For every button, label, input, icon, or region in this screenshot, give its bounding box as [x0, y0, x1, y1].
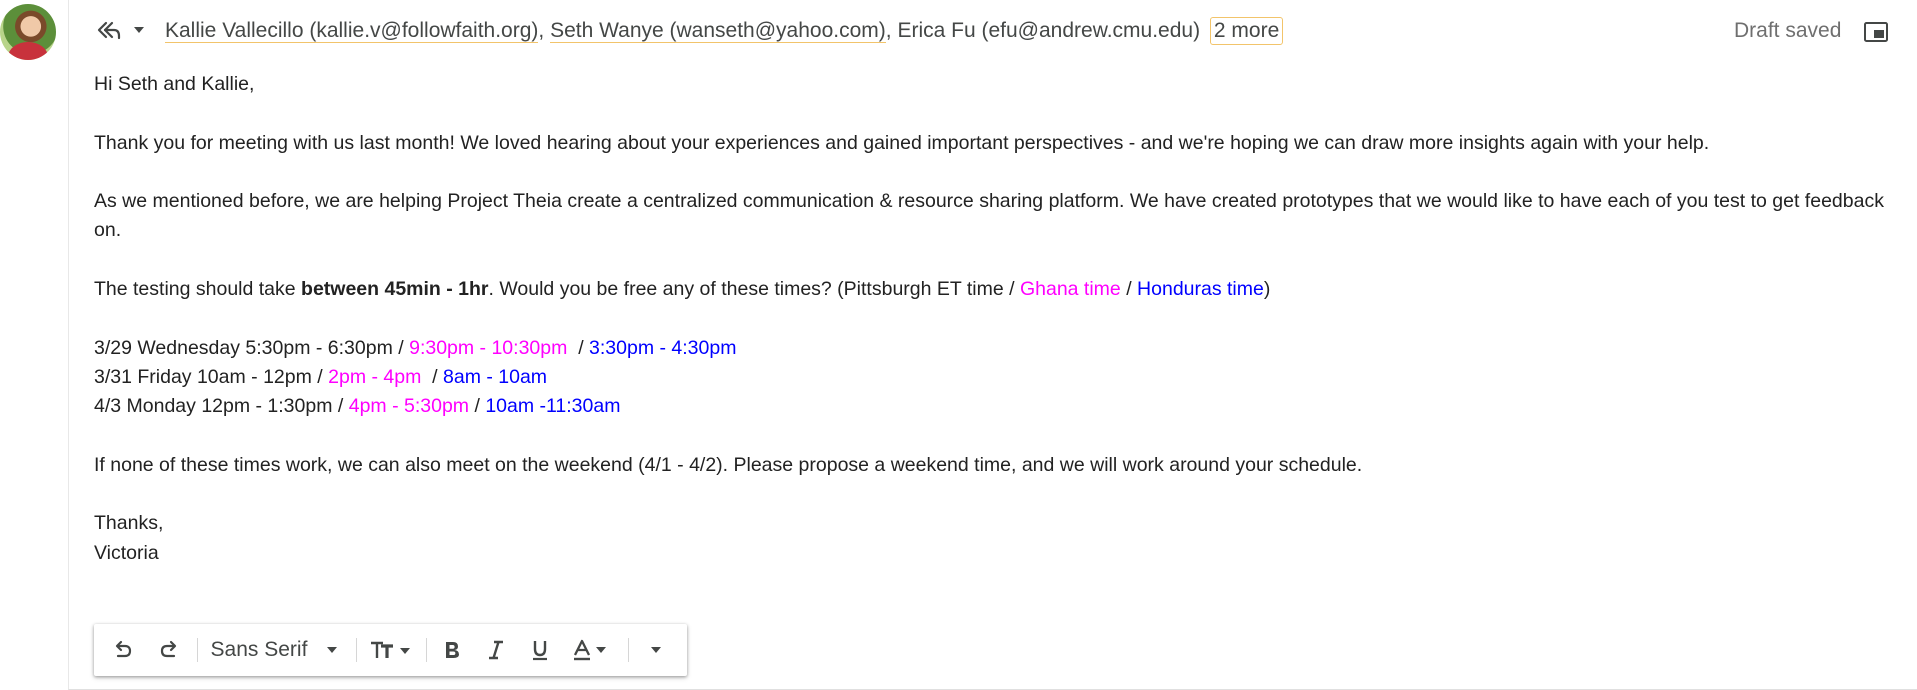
- font-family-dropdown[interactable]: Sans Serif: [206, 624, 348, 676]
- recipient-separator: ,: [885, 19, 898, 42]
- ghana-time: 9:30pm - 10:30pm: [409, 336, 568, 359]
- ghana-time: 4pm - 5:30pm: [348, 395, 470, 418]
- bold-icon[interactable]: [434, 624, 470, 676]
- signature: Victoria: [94, 541, 159, 564]
- avatar: [0, 4, 56, 60]
- message-body[interactable]: Hi Seth and Kallie, Thank you for meetin…: [94, 70, 1897, 568]
- honduras-time: 10am -11:30am: [485, 395, 621, 418]
- chevron-down-icon[interactable]: [131, 22, 147, 38]
- draft-status: Draft saved: [1734, 19, 1842, 42]
- toolbar-divider: [628, 638, 629, 662]
- ghana-label: Ghana time: [1019, 278, 1121, 301]
- closing: Thanks,: [94, 512, 164, 535]
- underline-icon[interactable]: [522, 624, 558, 676]
- redo-icon[interactable]: [152, 624, 188, 676]
- paragraph-testing: The testing should take between 45min - …: [94, 275, 1897, 304]
- text: . Would you be free any of these times? …: [488, 278, 1020, 301]
- honduras-time: 3:30pm - 4:30pm: [589, 336, 737, 359]
- chevron-down-icon: [327, 647, 338, 653]
- recipients-line: Kallie Vallecillo (kallie.v@followfaith.…: [165, 16, 1284, 46]
- avatar-figure: [8, 42, 48, 60]
- toolbar-divider: [197, 638, 198, 662]
- text-color-button[interactable]: [566, 624, 620, 676]
- slot-separator: /: [392, 336, 410, 359]
- time-slot-row: 3/29 Wednesday 5:30pm - 6:30pm / 9:30pm …: [94, 334, 1897, 363]
- paragraph-project: As we mentioned before, we are helping P…: [94, 190, 1884, 242]
- slot-separator: /: [332, 395, 349, 418]
- text: The testing should take: [94, 278, 302, 301]
- slot-separator: /: [567, 336, 590, 359]
- more-recipients-button[interactable]: 2 more: [1209, 17, 1284, 45]
- more-formatting-icon[interactable]: [636, 624, 676, 676]
- undo-icon[interactable]: [104, 624, 140, 676]
- time-slots: 3/29 Wednesday 5:30pm - 6:30pm / 9:30pm …: [94, 334, 1897, 422]
- ghana-time: 2pm - 4pm: [328, 365, 422, 388]
- recipient-separator: ,: [538, 19, 551, 42]
- recipient-chip[interactable]: Kallie Vallecillo (kallie.v@followfaith.…: [165, 19, 539, 43]
- compose-header: Kallie Vallecillo (kallie.v@followfaith.…: [69, 0, 1917, 62]
- time-slot-row: 3/31 Friday 10am - 12pm / 2pm - 4pm / 8a…: [94, 363, 1897, 392]
- text-size-button[interactable]: [364, 624, 418, 676]
- text: /: [1120, 278, 1138, 301]
- pop-out-icon[interactable]: [1863, 21, 1889, 43]
- toolbar-divider: [426, 638, 427, 662]
- slot-separator: /: [311, 365, 329, 388]
- font-family-label: Sans Serif: [210, 638, 308, 661]
- bold-duration: between 45min - 1hr: [301, 278, 489, 301]
- et-time: 4/3 Monday 12pm - 1:30pm: [94, 395, 333, 418]
- recipient-chip[interactable]: Seth Wanye (wanseth@yahoo.com): [550, 19, 886, 43]
- toolbar-divider: [356, 638, 357, 662]
- text: ): [1263, 278, 1271, 301]
- paragraph-intro: Thank you for meeting with us last month…: [94, 131, 1710, 154]
- compose-panel: Kallie Vallecillo (kallie.v@followfaith.…: [68, 0, 1917, 690]
- reply-all-icon[interactable]: [95, 18, 121, 42]
- et-time: 3/31 Friday 10am - 12pm: [94, 365, 312, 388]
- recipient-chip[interactable]: Erica Fu (efu@andrew.cmu.edu): [897, 19, 1200, 42]
- et-time: 3/29 Wednesday 5:30pm - 6:30pm: [94, 336, 393, 359]
- formatting-toolbar: Sans Serif: [94, 624, 687, 676]
- honduras-time: 8am - 10am: [443, 365, 548, 388]
- honduras-label: Honduras time: [1137, 278, 1264, 301]
- slot-separator: /: [469, 395, 486, 418]
- paragraph-weekend: If none of these times work, we can also…: [94, 453, 1363, 476]
- time-slot-row: 4/3 Monday 12pm - 1:30pm / 4pm - 5:30pm …: [94, 392, 1897, 421]
- slot-separator: /: [421, 365, 443, 388]
- greeting: Hi Seth and Kallie,: [94, 73, 255, 95]
- italic-icon[interactable]: [478, 624, 514, 676]
